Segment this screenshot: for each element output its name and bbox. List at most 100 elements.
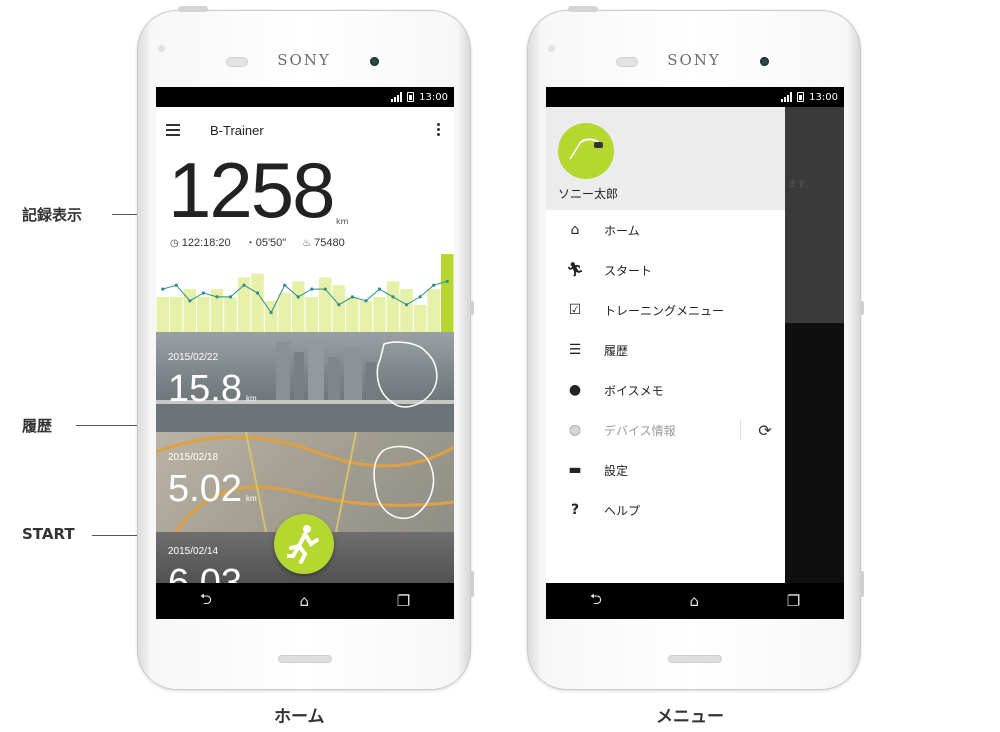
question-icon: ? <box>570 502 580 518</box>
chart-point <box>432 283 436 287</box>
camera-button <box>860 571 864 597</box>
chart-point <box>350 295 354 299</box>
menu-item-label: 履歴 <box>604 343 629 358</box>
caption-menu: メニュー <box>656 707 724 727</box>
home-nav-icon[interactable]: ⌂ <box>690 592 700 610</box>
drawer-header: ソニー太郎 <box>546 107 785 210</box>
headphone-jack <box>568 6 598 12</box>
menu-item-label: ボイスメモ <box>604 383 664 398</box>
start-button[interactable] <box>274 514 334 574</box>
home-nav-icon[interactable]: ⌂ <box>300 592 310 610</box>
chart-point <box>323 287 327 291</box>
runner-icon <box>287 525 319 564</box>
chart-bar <box>400 289 413 332</box>
back-icon[interactable]: ⮌ <box>590 589 602 614</box>
menu-item-label: ヘルプ <box>604 503 641 518</box>
home-icon: ⌂ <box>570 222 580 238</box>
battery-icon <box>407 92 415 102</box>
menu-item-home[interactable]: ⌂ ホーム <box>546 210 785 250</box>
chart-bar <box>386 281 400 332</box>
chart-point <box>215 295 219 299</box>
stat-pace: ◔ 05'50" <box>247 237 287 249</box>
status-bar: 13:00 <box>546 87 844 107</box>
menu-item-start[interactable]: 🏃︎ スタート <box>546 250 785 290</box>
history-distance-value: 15.8 <box>168 368 242 410</box>
menu-item-training[interactable]: ☑ トレーニングメニュー <box>546 290 785 330</box>
home-screen: 13:00 B-Trainer 1258 km ◷ 122:18:20 ◔ 05… <box>156 87 454 619</box>
recent-apps-icon[interactable]: ❐ <box>397 592 410 610</box>
history-date: 2015/02/14 <box>168 546 219 557</box>
sync-icon[interactable]: ⟳ <box>755 421 775 441</box>
runner-icon: 🏃︎ <box>566 262 584 278</box>
chart-point <box>174 283 178 287</box>
chart-bar <box>197 296 210 332</box>
stat-calories-value: 75480 <box>314 237 345 249</box>
total-distance-unit: km <box>336 217 349 226</box>
history-distance-unit: km <box>245 394 257 403</box>
chart-point <box>242 283 246 287</box>
menu-item-history[interactable]: ☰ 履歴 <box>546 330 785 370</box>
more-icon[interactable] <box>437 123 440 136</box>
activity-chart <box>156 254 454 332</box>
chart-bar <box>156 296 169 332</box>
menu-item-label: スタート <box>604 263 653 278</box>
bottom-speaker <box>668 655 722 663</box>
chart-point <box>283 283 287 287</box>
chart-bar <box>251 273 264 332</box>
recent-apps-icon[interactable]: ❐ <box>787 592 800 610</box>
chart-point <box>391 295 395 299</box>
chart-point <box>188 299 192 303</box>
annotation-start: START <box>22 525 75 543</box>
status-time: 13:00 <box>809 91 838 103</box>
history-date: 2015/02/18 <box>168 452 219 463</box>
clipboard-icon: ☑ <box>568 302 582 318</box>
chart-point <box>418 295 422 299</box>
chart-bar <box>346 296 359 332</box>
status-time: 13:00 <box>419 91 448 103</box>
chart-point <box>310 287 314 291</box>
battery-icon <box>797 92 805 102</box>
annotation-history: 履歴 <box>22 417 53 435</box>
chart-bar <box>170 296 183 332</box>
menu-item-settings[interactable]: ▬ 設定 <box>546 450 785 490</box>
toolbox-icon: ▬ <box>568 462 582 478</box>
chart-bar <box>319 277 332 332</box>
chat-bubble-icon: ● <box>568 382 582 398</box>
history-card[interactable]: 2015/02/22 15.8 km <box>156 332 454 432</box>
phone-menu: SONY 13:00 ます。 ソニー太郎 ⌂ ホーム 🏃︎ スタート ☑ トレー… <box>527 6 864 690</box>
stats-row: ◷ 122:18:20 ◔ 05'50" ♨ 75480 <box>170 237 345 249</box>
chart-point <box>445 279 449 283</box>
menu-screen: 13:00 ます。 ソニー太郎 ⌂ ホーム 🏃︎ スタート ☑ トレーニングメニ… <box>546 87 844 619</box>
chart-bar <box>413 304 427 332</box>
chart-point <box>364 299 368 303</box>
nav-bar: ⮌ ⌂ ❐ <box>156 583 454 619</box>
menu-item-help[interactable]: ? ヘルプ <box>546 490 785 530</box>
menu-item-label: トレーニングメニュー <box>604 303 725 318</box>
camera-button <box>470 571 474 597</box>
chart-bar <box>292 281 305 332</box>
chart-bar <box>359 300 373 332</box>
chart-bar <box>427 289 440 332</box>
app-title: B-Trainer <box>210 122 264 138</box>
annotation-record: 記録表示 <box>22 206 83 224</box>
menu-icon[interactable] <box>166 124 180 136</box>
menu-item-device-info[interactable]: ◍ デバイス情報 ⟳ <box>546 410 785 450</box>
chart-point <box>337 303 341 307</box>
chart-bar <box>441 254 454 332</box>
pace-icon: ◔ <box>246 237 253 249</box>
signal-icon <box>781 92 793 102</box>
total-distance: 1258 <box>168 146 336 234</box>
menu-item-voice-memo[interactable]: ● ボイスメモ <box>546 370 785 410</box>
history-distance-unit: km <box>245 494 257 503</box>
power-button <box>470 301 474 315</box>
chart-point <box>405 303 409 307</box>
chart-point <box>228 295 233 299</box>
stat-time-value: 122:18:20 <box>181 237 231 249</box>
stat-calories: ♨ 75480 <box>302 237 345 249</box>
menu-item-label: 設定 <box>604 463 629 478</box>
avatar[interactable] <box>558 123 614 179</box>
brand-logo: SONY <box>667 51 721 69</box>
back-icon[interactable]: ⮌ <box>200 589 212 614</box>
chart-point <box>161 287 165 291</box>
signal-icon <box>391 92 403 102</box>
